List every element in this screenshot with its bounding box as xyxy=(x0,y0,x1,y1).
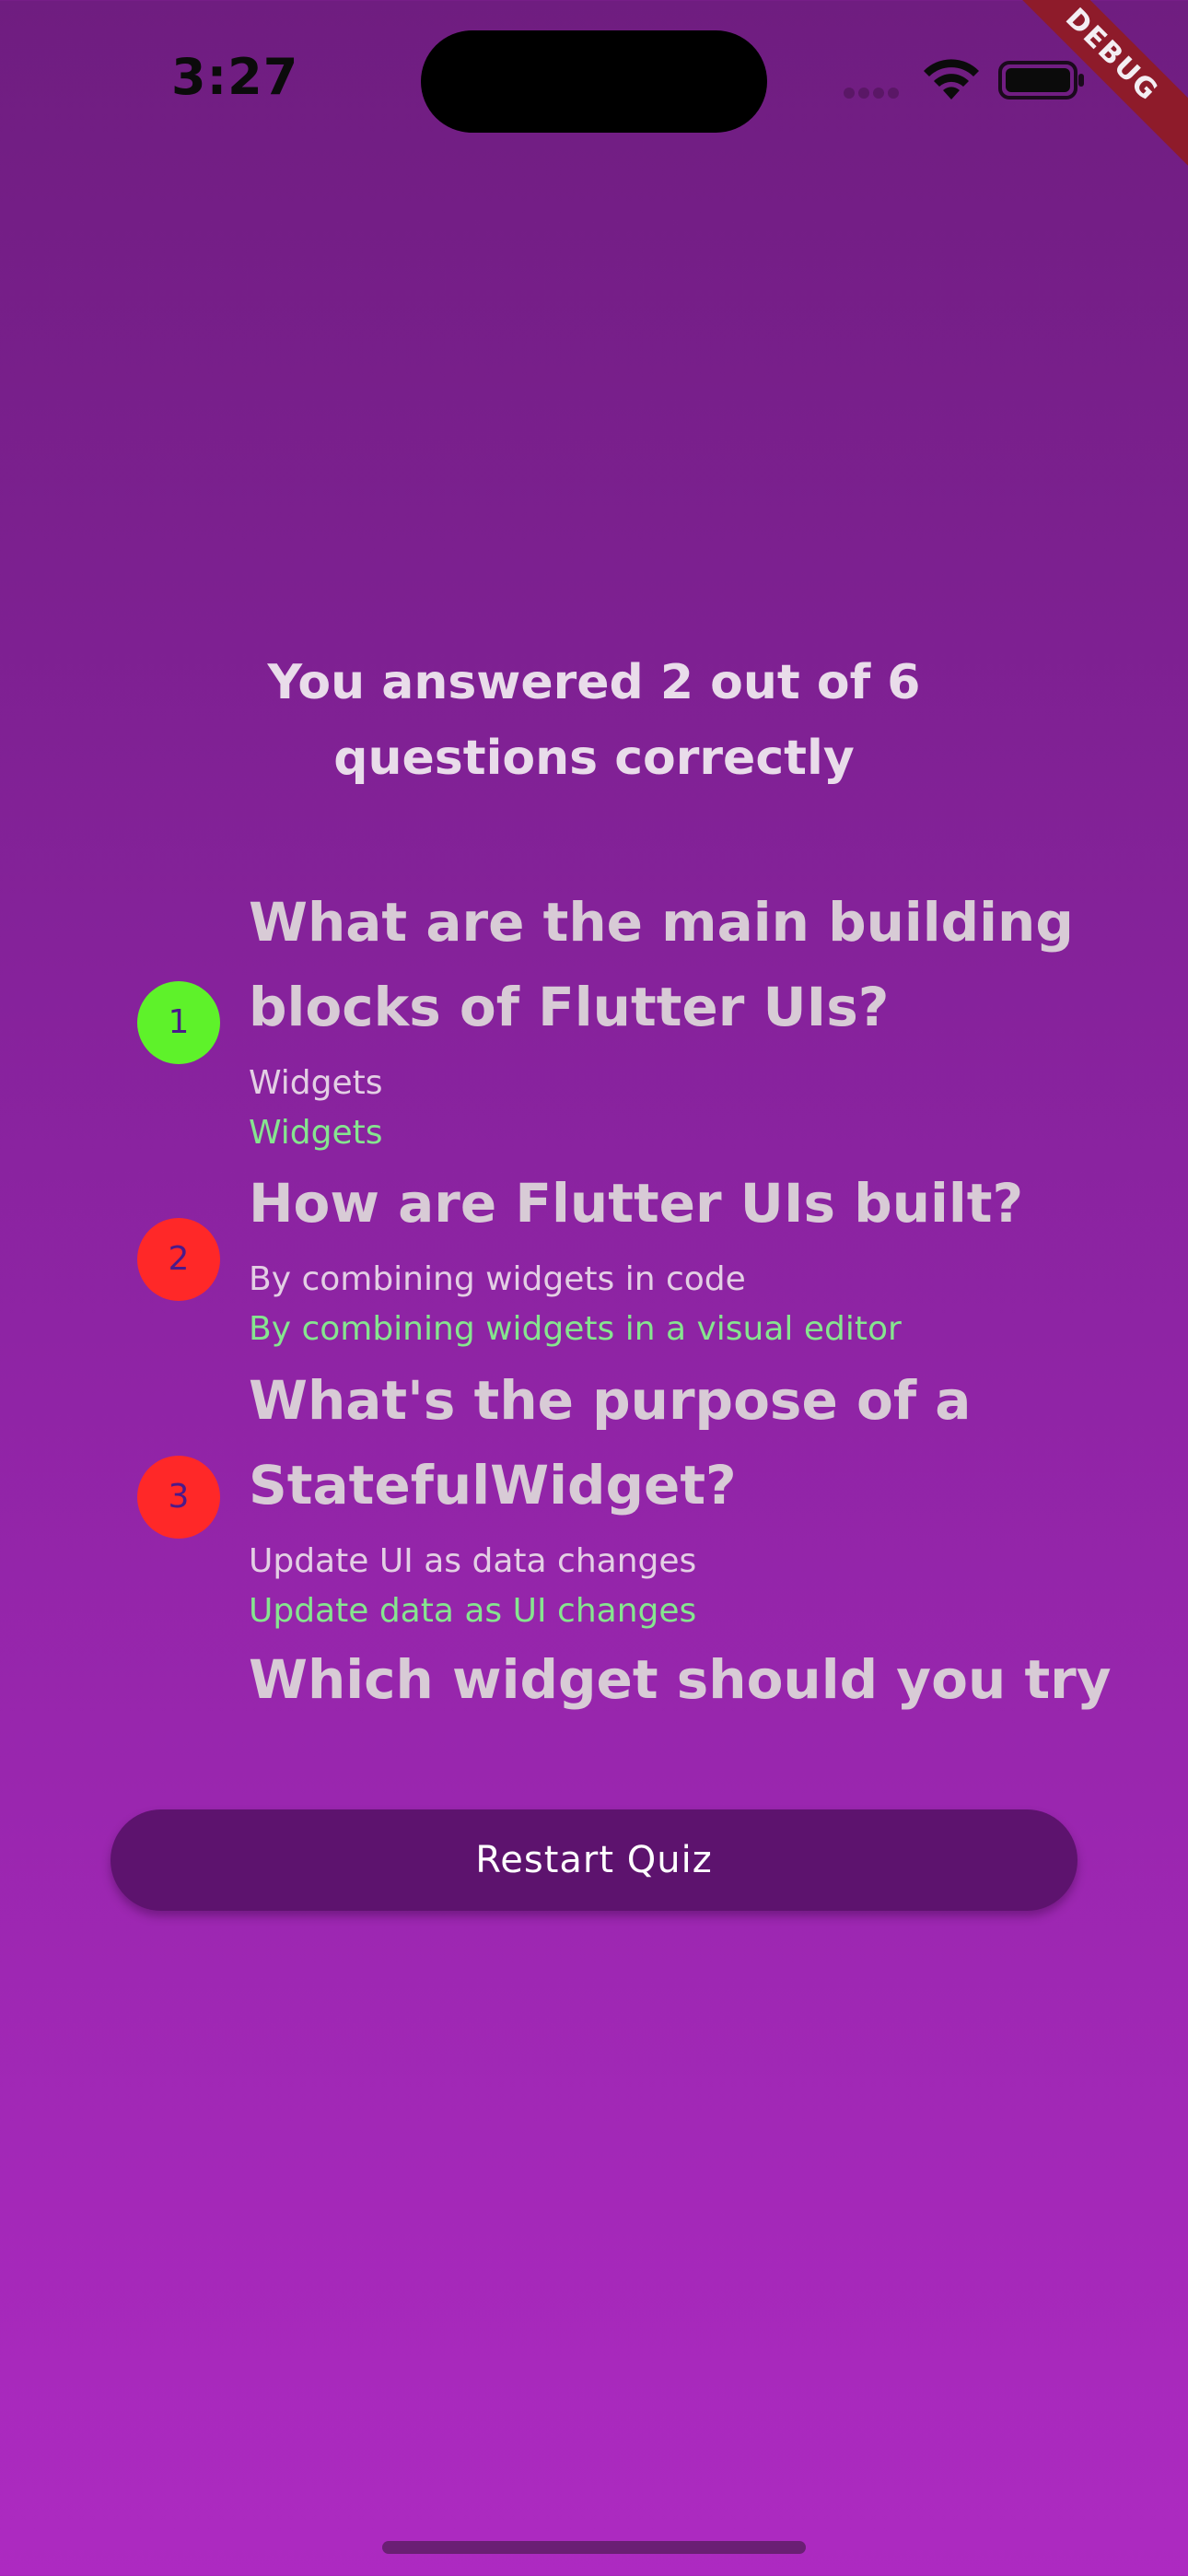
battery-icon xyxy=(998,61,1084,100)
user-answer: Widgets xyxy=(249,1064,383,1102)
dynamic-island xyxy=(421,30,767,133)
result-body: What are the main building blocks of Flu… xyxy=(249,880,1170,1158)
question-text: How are Flutter UIs built? xyxy=(249,1172,1024,1235)
results-summary-title: You answered 2 out of 6 questions correc… xyxy=(267,655,921,786)
user-answer: By combining widgets in code xyxy=(249,1260,746,1298)
home-indicator[interactable] xyxy=(382,2541,806,2554)
question-number-badge: 3 xyxy=(137,1456,220,1539)
wifi-icon xyxy=(924,59,979,100)
user-answer: Update UI as data changes xyxy=(249,1542,697,1580)
status-time: 3:27 xyxy=(171,48,299,106)
result-body: How are Flutter UIs built? By combining … xyxy=(249,1161,1170,1354)
restart-quiz-button[interactable]: Restart Quiz xyxy=(111,1809,1077,1911)
results-list[interactable]: 1 What are the main building blocks of F… xyxy=(0,880,1188,1714)
question-text: What's the purpose of a StatefulWidget? xyxy=(249,1369,972,1516)
result-body: What's the purpose of a StatefulWidget? … xyxy=(249,1358,1170,1636)
question-text: Which widget should you try xyxy=(249,1648,1112,1711)
correct-answer: By combining widgets in a visual editor xyxy=(249,1310,902,1348)
result-body: Which widget should you try xyxy=(249,1637,1170,1714)
status-bar: 3:27 xyxy=(0,0,1188,157)
question-number-badge: 1 xyxy=(137,981,220,1064)
question-number-badge: 2 xyxy=(137,1218,220,1301)
question-text: What are the main building blocks of Flu… xyxy=(249,891,1074,1038)
signal-icon xyxy=(844,85,903,99)
correct-answer: Update data as UI changes xyxy=(249,1592,697,1630)
correct-answer: Widgets xyxy=(249,1114,383,1152)
